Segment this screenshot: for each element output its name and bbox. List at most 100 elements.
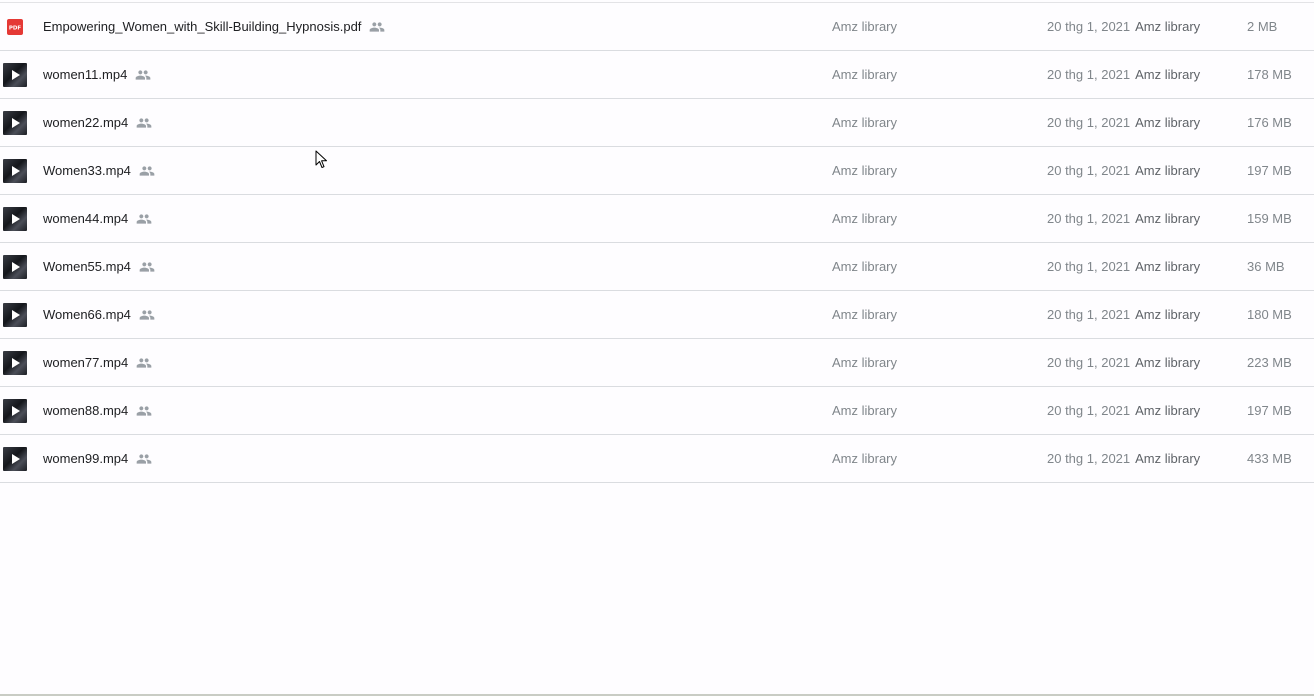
- file-name[interactable]: Women66.mp4: [43, 307, 131, 322]
- video-thumbnail-icon: [3, 159, 27, 183]
- modified-cell: 20 thg 1, 2021 Amz library: [1047, 195, 1200, 242]
- size-cell: 223 MB: [1247, 355, 1292, 370]
- modified-cell: 20 thg 1, 2021 Amz library: [1047, 3, 1200, 50]
- size-cell: 197 MB: [1247, 403, 1292, 418]
- modified-by: Amz library: [1135, 211, 1201, 226]
- modified-date: 20 thg 1, 2021: [1047, 307, 1131, 322]
- file-row[interactable]: PDF Empowering_Women_with_Skill-Building…: [0, 3, 1314, 51]
- video-thumbnail-icon: [3, 207, 27, 231]
- modified-by: Amz library: [1135, 451, 1201, 466]
- file-name[interactable]: women44.mp4: [43, 211, 128, 226]
- people-icon: [139, 307, 155, 323]
- people-icon: [139, 163, 155, 179]
- people-icon: [136, 355, 152, 371]
- modified-date: 20 thg 1, 2021: [1047, 67, 1131, 82]
- file-row[interactable]: Women55.mp4 Amz library 20 thg 1, 2021 Am…: [0, 243, 1314, 291]
- modified-date: 20 thg 1, 2021: [1047, 115, 1131, 130]
- modified-cell: 20 thg 1, 2021 Amz library: [1047, 339, 1200, 386]
- file-name-cell: Women66.mp4: [43, 291, 155, 338]
- owner-cell: Amz library: [832, 115, 898, 130]
- file-name-cell: women88.mp4: [43, 387, 152, 434]
- file-row[interactable]: women22.mp4 Amz library 20 thg 1, 2021 Am…: [0, 99, 1314, 147]
- modified-by: Amz library: [1135, 115, 1201, 130]
- modified-cell: 20 thg 1, 2021 Amz library: [1047, 147, 1200, 194]
- modified-by: Amz library: [1135, 163, 1201, 178]
- file-name[interactable]: Women33.mp4: [43, 163, 131, 178]
- modified-cell: 20 thg 1, 2021 Amz library: [1047, 387, 1200, 434]
- file-name[interactable]: women99.mp4: [43, 451, 128, 466]
- owner-cell: Amz library: [832, 451, 898, 466]
- file-row[interactable]: Women33.mp4 Amz library 20 thg 1, 2021 Am…: [0, 147, 1314, 195]
- modified-cell: 20 thg 1, 2021 Amz library: [1047, 51, 1200, 98]
- drive-file-list-view: PDF Empowering_Women_with_Skill-Building…: [0, 0, 1314, 696]
- file-row[interactable]: women99.mp4 Amz library 20 thg 1, 2021 Am…: [0, 435, 1314, 483]
- people-icon: [136, 211, 152, 227]
- modified-cell: 20 thg 1, 2021 Amz library: [1047, 243, 1200, 290]
- modified-date: 20 thg 1, 2021: [1047, 403, 1131, 418]
- video-thumbnail-icon: [3, 351, 27, 375]
- size-cell: 197 MB: [1247, 163, 1292, 178]
- file-row[interactable]: Women66.mp4 Amz library 20 thg 1, 2021 Am…: [0, 291, 1314, 339]
- people-icon: [136, 403, 152, 419]
- video-thumbnail-icon: [3, 399, 27, 423]
- file-name-cell: women99.mp4: [43, 435, 152, 482]
- file-name-cell: women11.mp4: [43, 51, 151, 98]
- modified-by: Amz library: [1135, 19, 1201, 34]
- people-icon: [136, 451, 152, 467]
- modified-date: 20 thg 1, 2021: [1047, 19, 1131, 34]
- owner-cell: Amz library: [832, 211, 898, 226]
- size-cell: 178 MB: [1247, 67, 1292, 82]
- file-list: PDF Empowering_Women_with_Skill-Building…: [0, 3, 1314, 483]
- video-thumbnail-icon: [3, 255, 27, 279]
- size-cell: 176 MB: [1247, 115, 1292, 130]
- owner-cell: Amz library: [832, 307, 898, 322]
- file-name[interactable]: women77.mp4: [43, 355, 128, 370]
- modified-date: 20 thg 1, 2021: [1047, 451, 1131, 466]
- file-name[interactable]: women22.mp4: [43, 115, 128, 130]
- modified-date: 20 thg 1, 2021: [1047, 259, 1131, 274]
- file-row[interactable]: women77.mp4 Amz library 20 thg 1, 2021 Am…: [0, 339, 1314, 387]
- file-name-cell: Empowering_Women_with_Skill-Building_Hyp…: [43, 3, 385, 50]
- owner-cell: Amz library: [832, 259, 898, 274]
- pdf-icon: PDF: [7, 19, 23, 35]
- modified-by: Amz library: [1135, 307, 1201, 322]
- modified-date: 20 thg 1, 2021: [1047, 163, 1131, 178]
- video-thumbnail-icon: [3, 303, 27, 327]
- modified-date: 20 thg 1, 2021: [1047, 211, 1131, 226]
- owner-cell: Amz library: [832, 19, 898, 34]
- file-name[interactable]: women88.mp4: [43, 403, 128, 418]
- file-row[interactable]: women88.mp4 Amz library 20 thg 1, 2021 Am…: [0, 387, 1314, 435]
- modified-by: Amz library: [1135, 259, 1201, 274]
- modified-by: Amz library: [1135, 403, 1201, 418]
- modified-cell: 20 thg 1, 2021 Amz library: [1047, 435, 1200, 482]
- people-icon: [139, 259, 155, 275]
- modified-cell: 20 thg 1, 2021 Amz library: [1047, 291, 1200, 338]
- people-icon: [136, 115, 152, 131]
- file-name-cell: women44.mp4: [43, 195, 152, 242]
- file-row[interactable]: women44.mp4 Amz library 20 thg 1, 2021 Am…: [0, 195, 1314, 243]
- modified-cell: 20 thg 1, 2021 Amz library: [1047, 99, 1200, 146]
- size-cell: 2 MB: [1247, 19, 1278, 34]
- size-cell: 433 MB: [1247, 451, 1292, 466]
- owner-cell: Amz library: [832, 355, 898, 370]
- modified-by: Amz library: [1135, 355, 1201, 370]
- file-name-cell: Women55.mp4: [43, 243, 155, 290]
- people-icon: [135, 67, 151, 83]
- owner-cell: Amz library: [832, 403, 898, 418]
- size-cell: 159 MB: [1247, 211, 1292, 226]
- file-name[interactable]: Women55.mp4: [43, 259, 131, 274]
- modified-date: 20 thg 1, 2021: [1047, 355, 1131, 370]
- file-name[interactable]: women11.mp4: [43, 67, 127, 82]
- size-cell: 180 MB: [1247, 307, 1292, 322]
- file-name-cell: women22.mp4: [43, 99, 152, 146]
- file-name[interactable]: Empowering_Women_with_Skill-Building_Hyp…: [43, 19, 361, 34]
- video-thumbnail-icon: [3, 63, 27, 87]
- file-row[interactable]: women11.mp4 Amz library 20 thg 1, 2021 Am…: [0, 51, 1314, 99]
- svg-text:PDF: PDF: [9, 26, 22, 32]
- file-name-cell: Women33.mp4: [43, 147, 155, 194]
- file-name-cell: women77.mp4: [43, 339, 152, 386]
- owner-cell: Amz library: [832, 67, 898, 82]
- modified-by: Amz library: [1135, 67, 1201, 82]
- owner-cell: Amz library: [832, 163, 898, 178]
- people-icon: [369, 19, 385, 35]
